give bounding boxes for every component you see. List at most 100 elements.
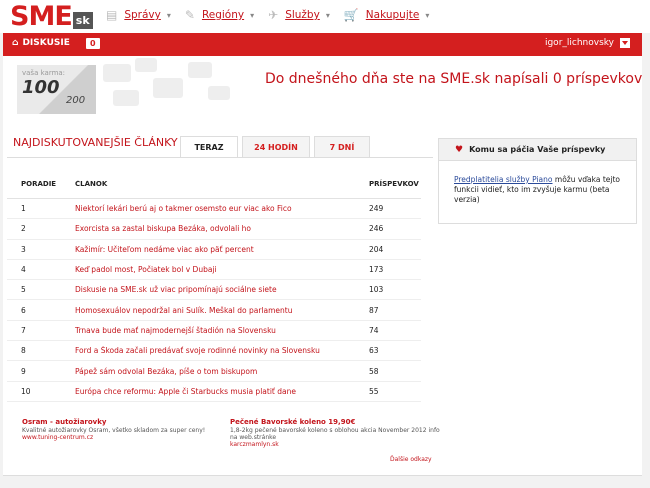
- ad-item[interactable]: Pečené Bavorské koleno 19,90€ 1,8-2kg pe…: [230, 418, 440, 448]
- username: igor_lichnovsky: [544, 38, 614, 48]
- period-tabs: TERAZ 24 HODÍN 7 DNÍ: [180, 136, 374, 157]
- row-rank: 5: [21, 285, 26, 295]
- home-icon: ⌂: [12, 38, 19, 48]
- tab-24-hodin[interactable]: 24 HODÍN: [242, 136, 310, 157]
- nav-regiony[interactable]: ✎ Regióny ▾: [185, 8, 254, 22]
- panel-header: ♥ Komu sa páčia Vaše príspevky: [439, 139, 636, 161]
- karma-value: 100: [22, 77, 60, 98]
- row-posts: 55: [369, 386, 379, 396]
- tab-teraz[interactable]: TERAZ: [180, 136, 238, 157]
- karma-label: vaša karma:: [22, 69, 66, 77]
- header-posts: PRÍSPEVKOV: [369, 179, 419, 188]
- row-posts: 173: [369, 265, 384, 275]
- nav-sluzby-label: Služby: [285, 9, 320, 21]
- row-posts: 246: [369, 224, 384, 234]
- row-posts: 204: [369, 244, 384, 254]
- article-link[interactable]: Niektorí lekári berú aj o takmer osemsto…: [61, 204, 357, 213]
- chevron-down-icon: ▾: [166, 10, 171, 20]
- article-link[interactable]: Homosexuálov nepodržal ani Sulík. Meškal…: [61, 306, 357, 315]
- pin-icon: ✈: [268, 8, 279, 22]
- piano-link[interactable]: Predplatitelia služby Piano: [454, 175, 553, 184]
- tab-7-dni[interactable]: 7 DNÍ: [314, 136, 370, 157]
- notification-badge[interactable]: 0: [86, 38, 100, 49]
- article-link[interactable]: Diskusie na SME.sk už viac pripomínajú s…: [61, 285, 357, 294]
- row-posts: 63: [369, 346, 379, 356]
- karma-max: 200: [66, 95, 86, 106]
- header-article: ČLÁNOK: [75, 179, 108, 188]
- row-rank: 9: [21, 366, 26, 376]
- panel-title: Komu sa páčia Vaše príspevky: [469, 145, 606, 154]
- more-links[interactable]: Ďalšie odkazy: [390, 456, 432, 463]
- page-title: Do dnešného dňa ste na SME.sk napísali 0…: [265, 71, 643, 87]
- heart-icon: ♥: [455, 144, 464, 155]
- ad-text: Kvalitné autožiarovky Osram, všetko skla…: [22, 427, 206, 434]
- top-header: SME sk ▤ Správy ▾ ✎ Regióny ▾ ✈ Služby ▾…: [0, 0, 650, 33]
- table-row: 9 Pápež sám odvolal Bezáka, píše o tom bi…: [7, 361, 421, 382]
- row-posts: 58: [369, 366, 379, 376]
- row-posts: 74: [369, 325, 379, 335]
- row-posts: 103: [369, 285, 384, 295]
- row-rank: 1: [21, 204, 26, 214]
- chevron-down-icon: ▾: [325, 10, 330, 20]
- nav-sluzby[interactable]: ✈ Služby ▾: [268, 8, 330, 22]
- pencil-icon: ✎: [184, 8, 195, 22]
- newspaper-icon: ▤: [106, 8, 118, 22]
- row-rank: 3: [21, 244, 26, 254]
- table-row: 1 Niektorí lekári berú aj o takmer osemst…: [7, 199, 421, 220]
- main-nav: ▤ Správy ▾ ✎ Regióny ▾ ✈ Služby ▾ 🛒 Naku…: [106, 8, 443, 22]
- row-rank: 2: [21, 224, 26, 234]
- article-link[interactable]: Európa chce reformu: Apple či Starbucks …: [61, 387, 357, 396]
- logo-brand: SME: [10, 1, 73, 32]
- karma-box: vaša karma: 100 200: [17, 65, 96, 114]
- header-rank: PORADIE: [21, 179, 57, 188]
- home-label: DISKUSIE: [22, 38, 70, 48]
- ad-url[interactable]: www.tuning-centrum.cz: [22, 434, 207, 441]
- chevron-down-icon: ▾: [250, 10, 255, 20]
- nav-nakupujte[interactable]: 🛒 Nakupujte ▾: [344, 8, 429, 22]
- table-row: 3 Kažimír: Učiteľom nedáme viac ako päť p…: [7, 240, 421, 260]
- cart-icon: 🛒: [343, 8, 359, 22]
- article-link[interactable]: Exorcista sa zastal biskupa Bezáka, odvo…: [61, 224, 357, 233]
- nav-regiony-label: Regióny: [201, 9, 245, 21]
- ad-text: 1,8-2kg pečené bavorské koleno s oblohou…: [230, 427, 440, 441]
- articles-table: PORADIE ČLÁNOK PRÍSPEVKOV 1 Niektorí leká…: [7, 169, 421, 402]
- table-header: PORADIE ČLÁNOK PRÍSPEVKOV: [7, 169, 421, 199]
- row-posts: 87: [369, 305, 379, 315]
- article-link[interactable]: Trnava bude mať najmodernejší štadión na…: [61, 326, 357, 335]
- article-link[interactable]: Pápež sám odvolal Bezáka, píše o tom bis…: [61, 367, 357, 376]
- table-row: 2 Exorcista sa zastal biskupa Bezáka, odv…: [7, 219, 421, 240]
- main-content: vaša karma: 100 200 Do dnešného dňa ste …: [3, 56, 642, 476]
- table-row: 5 Diskusie na SME.sk už viac pripomínajú …: [7, 280, 421, 301]
- row-rank: 6: [21, 305, 26, 315]
- article-link[interactable]: Ford a Škoda začali predávať svoje rodin…: [61, 346, 357, 355]
- article-link[interactable]: Keď padol most, Počiatek bol v Dubaji: [61, 265, 357, 274]
- nav-spravy[interactable]: ▤ Správy ▾: [106, 8, 171, 22]
- karma-info-panel: ♥ Komu sa páčia Vaše príspevky Predplati…: [438, 138, 637, 224]
- user-menu[interactable]: igor_lichnovsky: [545, 38, 630, 48]
- nav-nakupujte-label: Nakupujte: [365, 9, 420, 21]
- ad-title[interactable]: Osram - autožiarovky: [22, 418, 207, 426]
- table-row: 7 Trnava bude mať najmodernejší štadión n…: [7, 321, 421, 342]
- row-rank: 8: [21, 346, 26, 356]
- article-link[interactable]: Kažimír: Učiteľom nedáme viac ako päť pe…: [61, 245, 357, 254]
- table-row: 6 Homosexuálov nepodržal ani Sulík. Meška…: [7, 300, 421, 321]
- table-row: 8 Ford a Škoda začali predávať svoje rodi…: [7, 341, 421, 362]
- sme-logo[interactable]: SME sk: [10, 3, 93, 30]
- logo-suffix: sk: [72, 12, 93, 29]
- row-rank: 7: [21, 325, 26, 335]
- ad-item[interactable]: Osram - autožiarovky Kvalitné autožiarov…: [22, 418, 207, 441]
- chevron-down-icon: ▾: [425, 10, 430, 20]
- panel-body: Predplatitelia služby Piano môžu vďaka t…: [439, 161, 636, 205]
- row-posts: 249: [369, 204, 384, 214]
- ad-title[interactable]: Pečené Bavorské koleno 19,90€: [230, 418, 440, 426]
- row-rank: 10: [21, 386, 31, 396]
- discussion-bar: ⌂ DISKUSIE 0 igor_lichnovsky: [3, 33, 642, 56]
- chevron-down-icon: [620, 38, 630, 48]
- table-row: 10 Európa chce reformu: Apple či Starbuck…: [7, 382, 421, 402]
- home-link[interactable]: ⌂ DISKUSIE: [12, 38, 70, 48]
- articles-title: NAJDISKUTOVANEJŠIE ČLÁNKY: [13, 136, 178, 149]
- ad-url[interactable]: karczmamlyn.sk: [230, 441, 440, 448]
- row-rank: 4: [21, 265, 26, 275]
- table-row: 4 Keď padol most, Počiatek bol v Dubaji 17…: [7, 260, 421, 281]
- nav-spravy-label: Správy: [124, 9, 161, 21]
